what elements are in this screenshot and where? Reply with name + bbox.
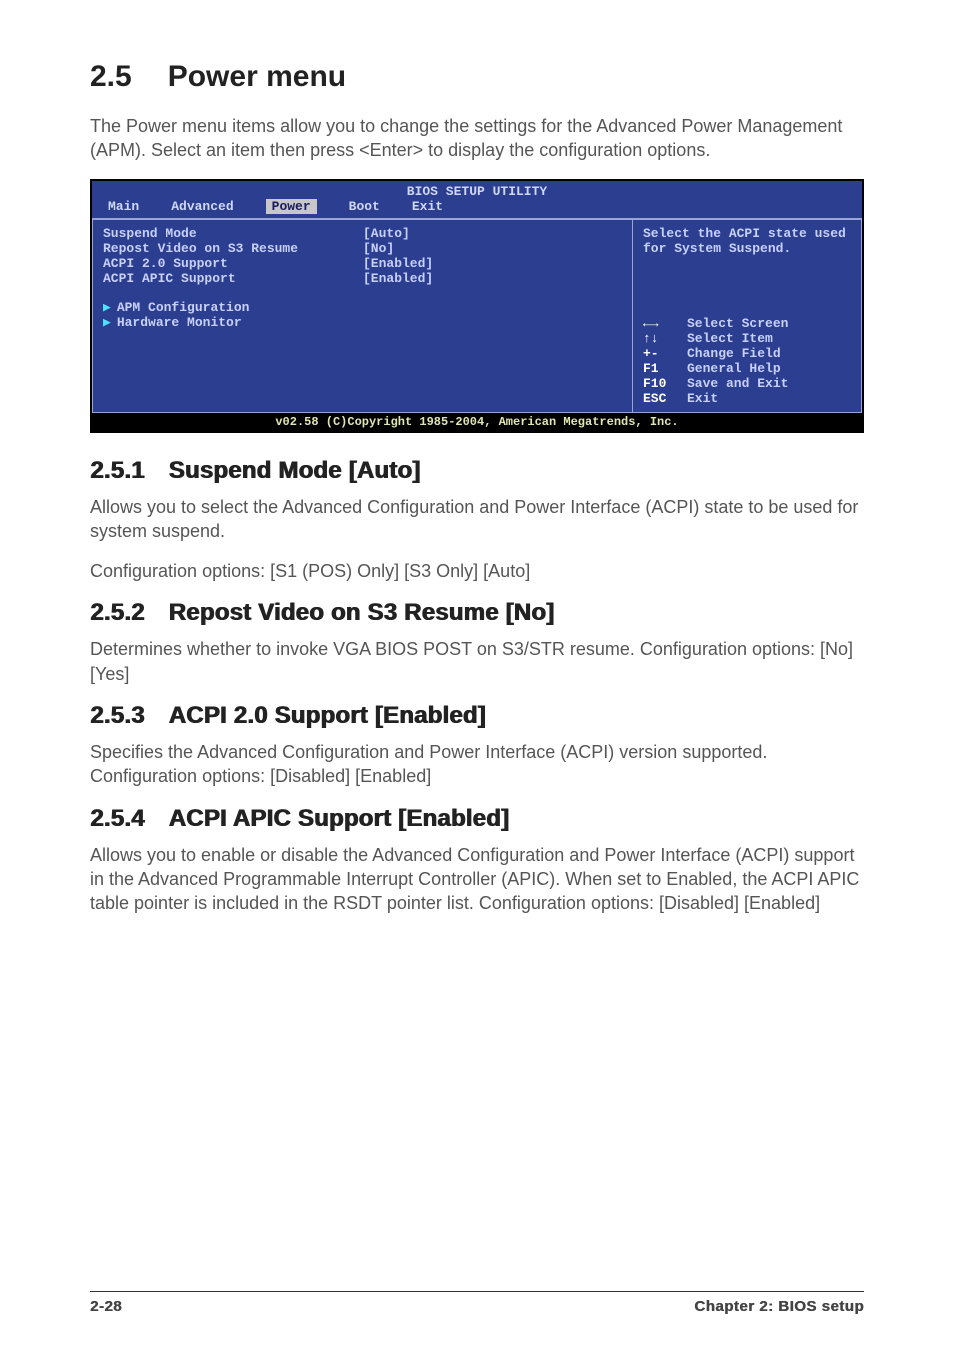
bios-item-value: [Enabled]	[363, 256, 433, 271]
bios-key: F10	[643, 376, 687, 391]
triangle-icon: ▶	[103, 300, 111, 315]
bios-item-acpi20[interactable]: ACPI 2.0 Support [Enabled]	[103, 256, 622, 271]
bios-key-desc: Change Field	[687, 346, 781, 361]
bios-key: ←→	[643, 316, 687, 331]
bios-key-row: F10Save and Exit	[643, 376, 851, 391]
subsection-heading-252: 2.5.2 Repost Video on S3 Resume [No]	[90, 599, 864, 627]
bios-key-row: +-Change Field	[643, 346, 851, 361]
bios-item-repost-video[interactable]: Repost Video on S3 Resume [No]	[103, 241, 622, 256]
subsection-heading-251: 2.5.1 Suspend Mode [Auto]	[90, 457, 864, 485]
bios-key-row: ↑↓Select Item	[643, 331, 851, 346]
section-intro: The Power menu items allow you to change…	[90, 114, 864, 163]
bios-left-panel: Suspend Mode [Auto] Repost Video on S3 R…	[92, 219, 632, 413]
bios-title: BIOS SETUP UTILITY	[92, 181, 862, 199]
subsection-text: Determines whether to invoke VGA BIOS PO…	[90, 637, 864, 686]
subsection-config: Configuration options: [S1 (POS) Only] […	[90, 559, 864, 583]
bios-tab-exit[interactable]: Exit	[412, 199, 443, 214]
bios-item-label: ACPI 2.0 Support	[103, 256, 363, 271]
bios-submenu-hwmon[interactable]: ▶ Hardware Monitor	[103, 315, 622, 330]
bios-item-acpi-apic[interactable]: ACPI APIC Support [Enabled]	[103, 271, 622, 286]
bios-item-suspend-mode[interactable]: Suspend Mode [Auto]	[103, 226, 622, 241]
bios-item-label: ACPI APIC Support	[103, 271, 363, 286]
bios-key-desc: Select Item	[687, 331, 773, 346]
chapter-label: Chapter 2: BIOS setup	[694, 1298, 864, 1315]
section-heading: 2.5 Power menu	[90, 60, 864, 94]
bios-submenu-apm[interactable]: ▶ APM Configuration	[103, 300, 622, 315]
bios-screenshot: BIOS SETUP UTILITY Main Advanced Power B…	[90, 179, 864, 433]
triangle-icon: ▶	[103, 315, 111, 330]
page-number: 2-28	[90, 1298, 122, 1315]
bios-key: ESC	[643, 391, 687, 406]
subsection-text: Allows you to select the Advanced Config…	[90, 495, 864, 544]
bios-key-row: ←→Select Screen	[643, 316, 851, 331]
bios-right-panel: Select the ACPI state used for System Su…	[632, 219, 862, 413]
subsection-heading-254: 2.5.4 ACPI APIC Support [Enabled]	[90, 805, 864, 833]
bios-key: +-	[643, 346, 687, 361]
bios-footer: v02.58 (C)Copyright 1985-2004, American …	[92, 413, 862, 431]
bios-key-desc: Save and Exit	[687, 376, 788, 391]
bios-tab-advanced[interactable]: Advanced	[171, 199, 233, 214]
subsection-title: ACPI 2.0 Support [Enabled]	[168, 702, 485, 729]
bios-key: ↑↓	[643, 331, 687, 346]
subsection-text: Specifies the Advanced Configuration and…	[90, 740, 864, 789]
bios-item-value: [Enabled]	[363, 271, 433, 286]
bios-key-desc: General Help	[687, 361, 781, 376]
bios-item-value: [Auto]	[363, 226, 410, 241]
bios-key-row: ESCExit	[643, 391, 851, 406]
bios-key: F1	[643, 361, 687, 376]
bios-key-help: ←→Select Screen ↑↓Select Item +-Change F…	[643, 316, 851, 406]
subsection-number: 2.5.3	[90, 702, 144, 730]
bios-key-desc: Exit	[687, 391, 718, 406]
subsection-number: 2.5.1	[90, 457, 144, 485]
bios-tab-boot[interactable]: Boot	[349, 199, 380, 214]
bios-item-label: Suspend Mode	[103, 226, 363, 241]
subsection-title: ACPI APIC Support [Enabled]	[168, 805, 509, 832]
bios-help-text: Select the ACPI state used for System Su…	[643, 226, 851, 256]
bios-key-desc: Select Screen	[687, 316, 788, 331]
subsection-title: Repost Video on S3 Resume [No]	[168, 599, 554, 626]
bios-tab-main[interactable]: Main	[108, 199, 139, 214]
bios-submenu-label: APM Configuration	[117, 300, 250, 315]
bios-item-label: Repost Video on S3 Resume	[103, 241, 363, 256]
subsection-number: 2.5.2	[90, 599, 144, 627]
section-number: 2.5	[90, 60, 132, 94]
subsection-number: 2.5.4	[90, 805, 144, 833]
subsection-heading-253: 2.5.3 ACPI 2.0 Support [Enabled]	[90, 702, 864, 730]
section-title-text: Power menu	[168, 60, 346, 93]
page-footer: 2-28 Chapter 2: BIOS setup	[90, 1291, 864, 1315]
bios-body: Suspend Mode [Auto] Repost Video on S3 R…	[92, 218, 862, 413]
bios-key-row: F1General Help	[643, 361, 851, 376]
subsection-text: Allows you to enable or disable the Adva…	[90, 843, 864, 916]
bios-submenu-label: Hardware Monitor	[117, 315, 242, 330]
bios-tab-row: Main Advanced Power Boot Exit	[92, 199, 862, 218]
bios-item-value: [No]	[363, 241, 394, 256]
subsection-title: Suspend Mode [Auto]	[168, 457, 420, 484]
bios-tab-power[interactable]: Power	[266, 199, 317, 214]
